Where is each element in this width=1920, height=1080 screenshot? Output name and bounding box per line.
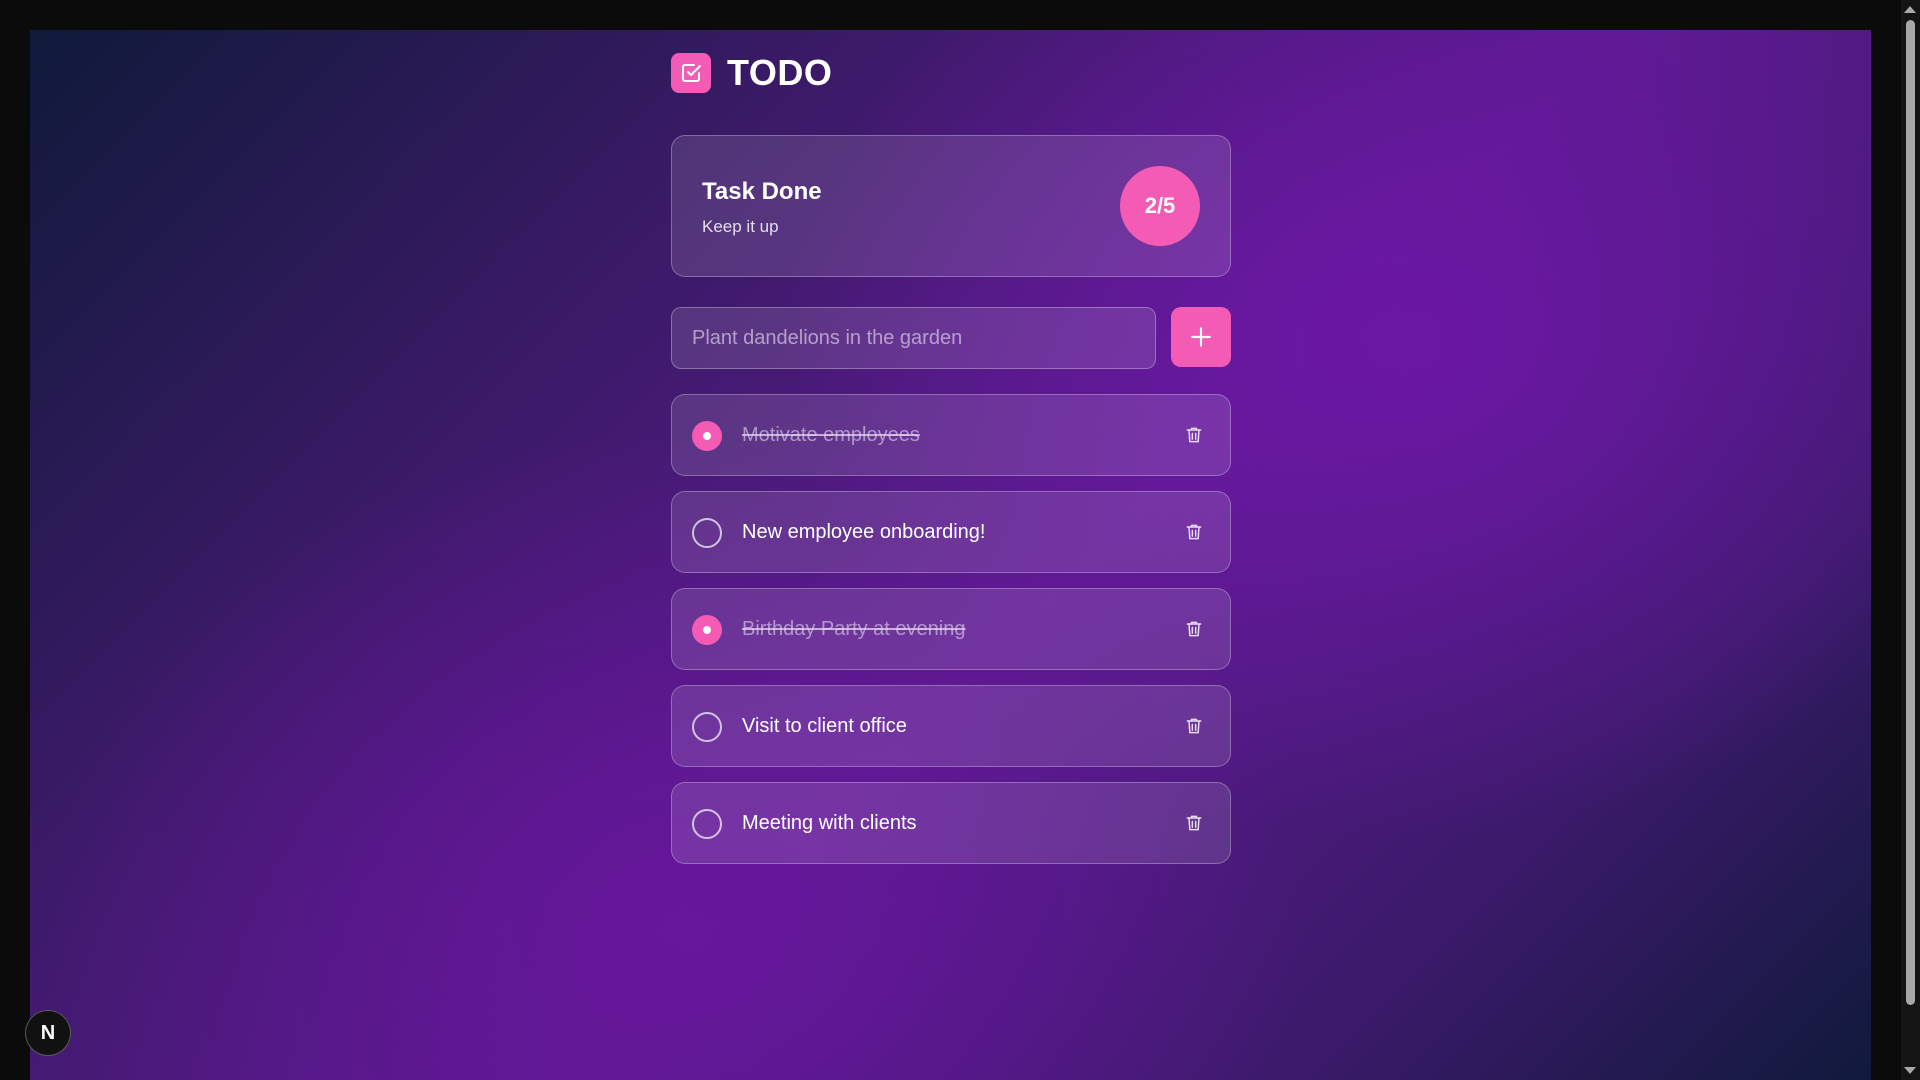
trash-icon[interactable] bbox=[1182, 521, 1206, 545]
task-item[interactable]: New employee onboarding! bbox=[671, 491, 1231, 573]
app-header: TODO bbox=[671, 52, 832, 94]
scrollbar-thumb[interactable] bbox=[1906, 20, 1915, 1005]
scroll-up-arrow-icon[interactable] bbox=[1904, 6, 1916, 13]
scroll-down-arrow-icon[interactable] bbox=[1904, 1067, 1916, 1074]
task-item[interactable]: Visit to client office bbox=[671, 685, 1231, 767]
app-title: TODO bbox=[727, 52, 833, 93]
task-text: Motivate employees bbox=[742, 424, 920, 446]
summary-subtitle: Keep it up bbox=[702, 217, 779, 236]
page-scrollbar[interactable] bbox=[1901, 0, 1920, 1080]
trash-icon[interactable] bbox=[1182, 812, 1206, 836]
app-background: TODO Task Done Keep it up 2/5 Motivate e… bbox=[30, 30, 1871, 1080]
task-item[interactable]: Meeting with clients bbox=[671, 782, 1231, 864]
task-text: New employee onboarding! bbox=[742, 521, 986, 543]
task-checkbox[interactable] bbox=[692, 518, 722, 548]
add-task-row bbox=[671, 307, 1231, 369]
add-task-button[interactable] bbox=[1171, 307, 1231, 367]
dev-tools-badge-label: N bbox=[40, 1021, 56, 1044]
task-list: Motivate employees New employee onboardin… bbox=[671, 394, 1231, 879]
trash-icon[interactable] bbox=[1182, 424, 1206, 448]
task-checkbox[interactable] bbox=[692, 809, 722, 839]
task-checkbox[interactable] bbox=[692, 712, 722, 742]
task-summary-card: Task Done Keep it up 2/5 bbox=[671, 135, 1231, 277]
task-text: Visit to client office bbox=[742, 715, 907, 737]
trash-icon[interactable] bbox=[1182, 618, 1206, 642]
dev-tools-badge[interactable]: N bbox=[25, 1010, 71, 1056]
task-checkbox-checked[interactable] bbox=[692, 615, 722, 645]
task-text: Meeting with clients bbox=[742, 812, 917, 834]
progress-badge: 2/5 bbox=[1120, 166, 1200, 246]
trash-icon[interactable] bbox=[1182, 715, 1206, 739]
checkbox-icon bbox=[671, 53, 711, 93]
plus-icon bbox=[1191, 327, 1211, 347]
summary-title: Task Done bbox=[702, 178, 822, 205]
task-checkbox-checked[interactable] bbox=[692, 421, 722, 451]
task-item[interactable]: Motivate employees bbox=[671, 394, 1231, 476]
new-task-input[interactable] bbox=[671, 307, 1156, 369]
task-item[interactable]: Birthday Party at evening bbox=[671, 588, 1231, 670]
task-text: Birthday Party at evening bbox=[742, 618, 966, 640]
